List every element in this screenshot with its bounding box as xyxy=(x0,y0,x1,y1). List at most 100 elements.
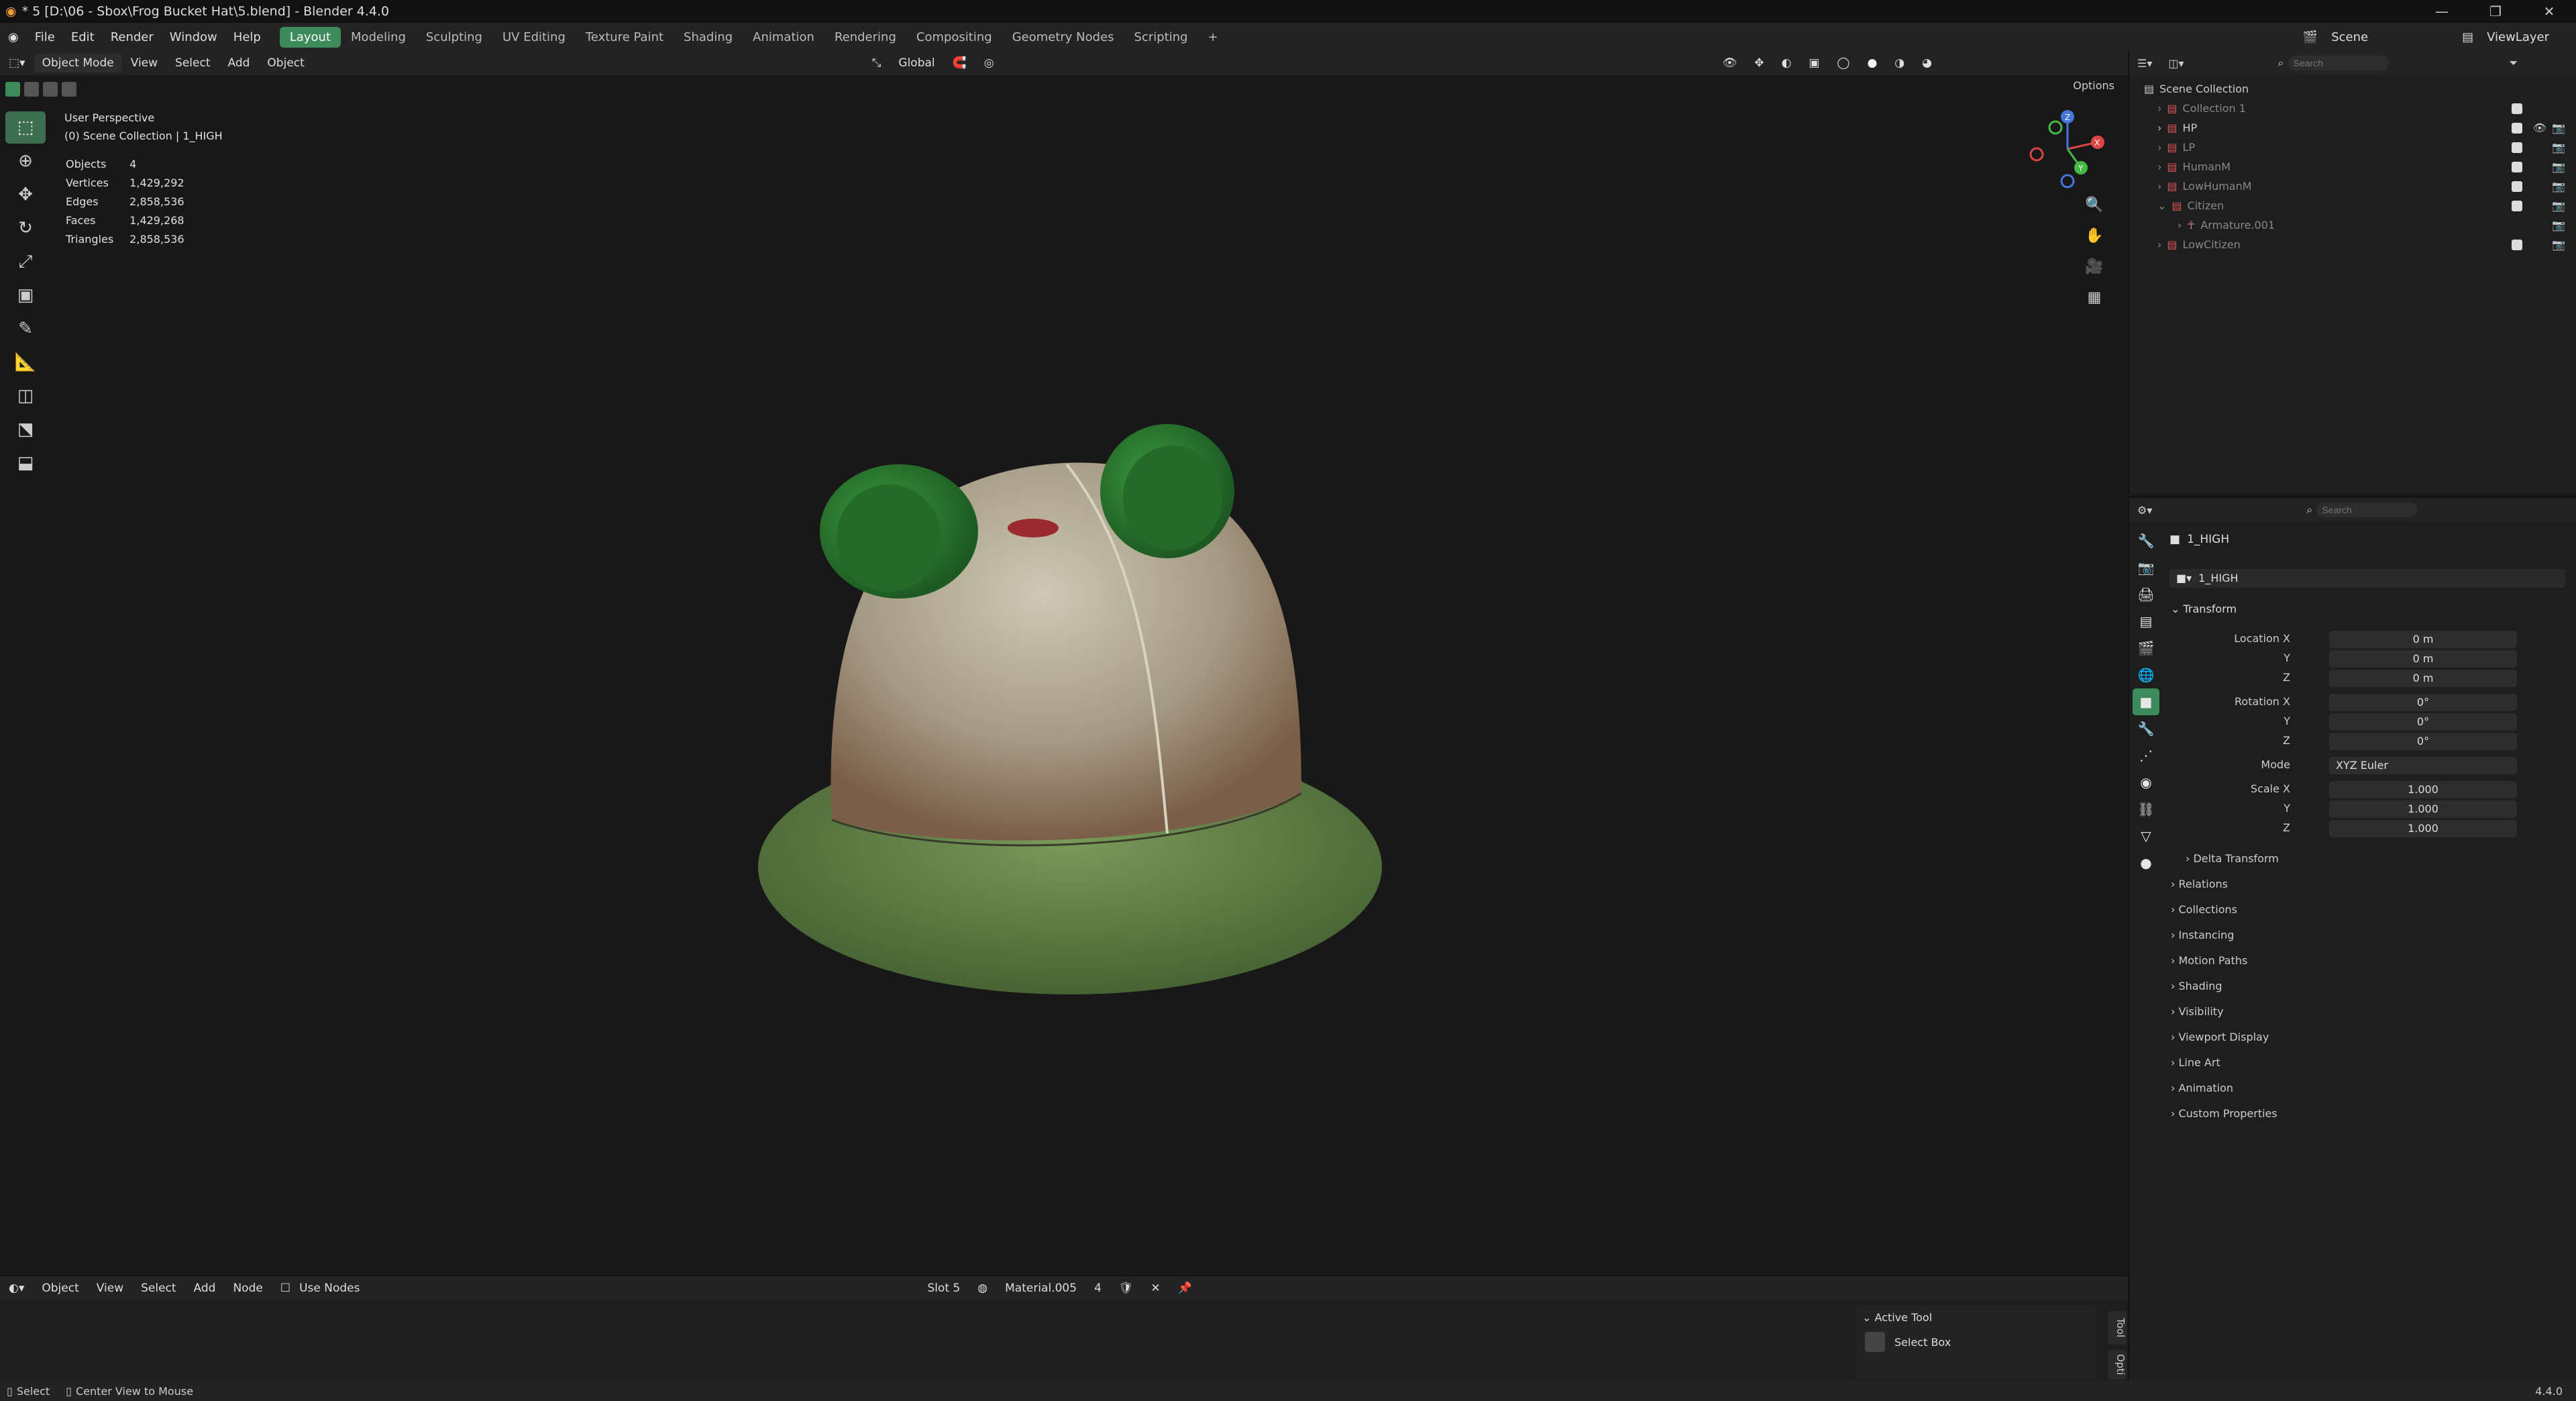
ortho-grid-icon[interactable]: ▦ xyxy=(2082,286,2106,310)
editor-type-icon[interactable]: ⬚▾ xyxy=(0,56,34,70)
data-tab-icon[interactable]: ▽ xyxy=(2133,823,2159,849)
material-name-field[interactable]: Material.005 xyxy=(996,1282,1085,1295)
viewport-menu-select[interactable]: Select xyxy=(166,56,219,70)
rotation-z-field[interactable]: 0° xyxy=(2329,733,2517,750)
exclude-checkbox[interactable] xyxy=(2512,122,2522,134)
tab-sculpting[interactable]: Sculpting xyxy=(416,27,492,48)
camera-view-icon[interactable]: 🎥 xyxy=(2082,255,2106,279)
add-cube-tool-icon[interactable]: ◫ xyxy=(5,380,46,412)
expand-arrow-icon[interactable]: › xyxy=(2157,180,2161,193)
eye-icon[interactable]: 👁 xyxy=(2533,121,2546,134)
pin-icon[interactable]: 📌 xyxy=(1169,1282,1201,1295)
outliner-search-input[interactable] xyxy=(2288,56,2389,70)
tool-tab-icon[interactable]: 🔧 xyxy=(2133,527,2159,554)
exclude-checkbox[interactable] xyxy=(2512,200,2522,211)
delta-transform-header[interactable]: › Delta Transform xyxy=(2186,852,2279,865)
blender-menu-icon[interactable]: ◉ xyxy=(0,30,27,44)
edit-tool-icon[interactable]: ⬓ xyxy=(5,447,46,479)
snap-icon[interactable]: 🧲 xyxy=(944,56,975,70)
rotation-x-field[interactable]: 0° xyxy=(2329,694,2517,711)
viewport-menu-view[interactable]: View xyxy=(122,56,166,70)
gizmo-toggle-icon[interactable]: ✥ xyxy=(1746,56,1772,70)
outliner-item[interactable]: › ▤ LowCitizen 📷 xyxy=(2144,235,2576,254)
tab-shading[interactable]: Shading xyxy=(674,27,743,48)
display-mode-icon[interactable]: ◫▾ xyxy=(2168,57,2184,70)
constraints-tab-icon[interactable]: ⛓ xyxy=(2133,796,2159,823)
options-sidebar-tab[interactable]: Opti xyxy=(2108,1350,2127,1380)
exclude-checkbox[interactable] xyxy=(2512,239,2522,250)
menu-window[interactable]: Window xyxy=(162,30,225,44)
rendered-shading-icon[interactable]: ◕ xyxy=(1913,56,1941,70)
camera-icon[interactable]: 📷 xyxy=(2552,141,2565,154)
navigation-gizmo[interactable]: X Y Z xyxy=(2027,109,2108,189)
tab-compositing[interactable]: Compositing xyxy=(906,27,1002,48)
scene-tab-icon[interactable]: 🎬 xyxy=(2133,635,2159,662)
view-layer-tab-icon[interactable]: ▤ xyxy=(2133,608,2159,635)
gizmo-neg-x-icon[interactable] xyxy=(2029,147,2044,162)
measure-tool-icon[interactable]: 📐 xyxy=(5,346,46,378)
fake-user-shield-icon[interactable]: 🛡 xyxy=(1110,1282,1142,1295)
particles-tab-icon[interactable]: ⋰ xyxy=(2133,742,2159,769)
line-art-panel-header[interactable]: › Line Art xyxy=(2171,1056,2220,1069)
scale-x-field[interactable]: 1.000 xyxy=(2329,781,2517,798)
exclude-checkbox[interactable] xyxy=(2512,142,2522,153)
rotate-tool-icon[interactable]: ↻ xyxy=(5,212,46,244)
custom-properties-panel-header[interactable]: › Custom Properties xyxy=(2171,1107,2277,1120)
minimize-button[interactable]: — xyxy=(2415,0,2469,23)
transform-tool-icon[interactable]: ▣ xyxy=(5,279,46,311)
frog-bucket-hat-model[interactable] xyxy=(738,337,1402,1008)
collections-panel-header[interactable]: › Collections xyxy=(2171,903,2237,916)
menu-edit[interactable]: Edit xyxy=(63,30,103,44)
solid-shading-icon[interactable]: ● xyxy=(1858,56,1886,70)
add-workspace-button[interactable]: + xyxy=(1198,27,1228,48)
location-z-field[interactable]: 0 m xyxy=(2329,670,2517,687)
viewport-display-panel-header[interactable]: › Viewport Display xyxy=(2171,1031,2269,1043)
viewport-menu-object[interactable]: Object xyxy=(258,56,313,70)
node-menu-node[interactable]: Node xyxy=(224,1282,271,1295)
editor-type-icon[interactable]: ◐▾ xyxy=(0,1282,33,1295)
tab-layout[interactable]: Layout xyxy=(279,26,341,48)
render-tab-icon[interactable]: 📷 xyxy=(2133,554,2159,581)
rotation-y-field[interactable]: 0° xyxy=(2329,713,2517,731)
select-mode-extend-icon[interactable] xyxy=(24,82,39,97)
tab-geometry-nodes[interactable]: Geometry Nodes xyxy=(1002,27,1124,48)
outliner-item[interactable]: › ▤ HP 👁 📷 xyxy=(2144,118,2576,138)
location-x-field[interactable]: 0 m xyxy=(2329,631,2517,648)
camera-icon[interactable]: 📷 xyxy=(2552,199,2565,212)
maximize-button[interactable]: ❐ xyxy=(2469,0,2522,23)
active-tool-row[interactable]: Select Box xyxy=(1856,1329,2097,1355)
animation-panel-header[interactable]: › Animation xyxy=(2171,1082,2233,1094)
pan-hand-icon[interactable]: ✋ xyxy=(2082,224,2106,248)
tab-uv-editing[interactable]: UV Editing xyxy=(492,27,576,48)
expand-arrow-icon[interactable]: › xyxy=(2157,238,2161,251)
wireframe-shading-icon[interactable]: ◯ xyxy=(1828,56,1858,70)
expand-arrow-icon[interactable]: › xyxy=(2157,160,2161,173)
cursor-tool-icon[interactable]: ⊕ xyxy=(5,145,46,177)
tab-animation[interactable]: Animation xyxy=(743,27,824,48)
shading-panel-header[interactable]: › Shading xyxy=(2171,980,2222,992)
scale-z-field[interactable]: 1.000 xyxy=(2329,820,2517,837)
outliner-editor-icon[interactable]: ☰▾ xyxy=(2137,57,2152,70)
active-tool-header[interactable]: ⌄ Active Tool xyxy=(1856,1306,2097,1329)
object-name-row[interactable]: ■ 1_HIGH xyxy=(2169,533,2229,546)
world-tab-icon[interactable]: 🌐 xyxy=(2133,662,2159,688)
filter-icon[interactable]: ⏷ xyxy=(2510,56,2518,70)
viewport-menu-add[interactable]: Add xyxy=(219,56,259,70)
overlay-toggle-icon[interactable]: ◐ xyxy=(1773,56,1801,70)
select-box-tool-icon[interactable]: ⬚ xyxy=(5,111,46,144)
expand-arrow-icon[interactable]: › xyxy=(2157,102,2161,115)
expand-arrow-icon[interactable]: › xyxy=(2178,219,2182,231)
gizmo-neg-y-icon[interactable] xyxy=(2048,120,2063,135)
node-menu-select[interactable]: Select xyxy=(132,1282,184,1295)
outliner-item[interactable]: › ▤ LP 📷 xyxy=(2144,138,2576,157)
use-nodes-checkbox[interactable]: ☐ xyxy=(272,1282,299,1295)
shader-editor[interactable]: ◐▾ Object View Select Add Node ☐ Use Nod… xyxy=(0,1275,2128,1381)
location-y-field[interactable]: 0 m xyxy=(2329,650,2517,668)
camera-icon[interactable]: 📷 xyxy=(2552,160,2565,173)
expand-arrow-icon[interactable]: › xyxy=(2157,121,2161,134)
visibility-icon[interactable]: 👁 xyxy=(1714,56,1746,70)
output-tab-icon[interactable]: 🖨 xyxy=(2133,581,2159,608)
exclude-checkbox[interactable] xyxy=(2512,161,2522,172)
tab-texture-paint[interactable]: Texture Paint xyxy=(576,27,674,48)
menu-file[interactable]: File xyxy=(27,30,63,44)
